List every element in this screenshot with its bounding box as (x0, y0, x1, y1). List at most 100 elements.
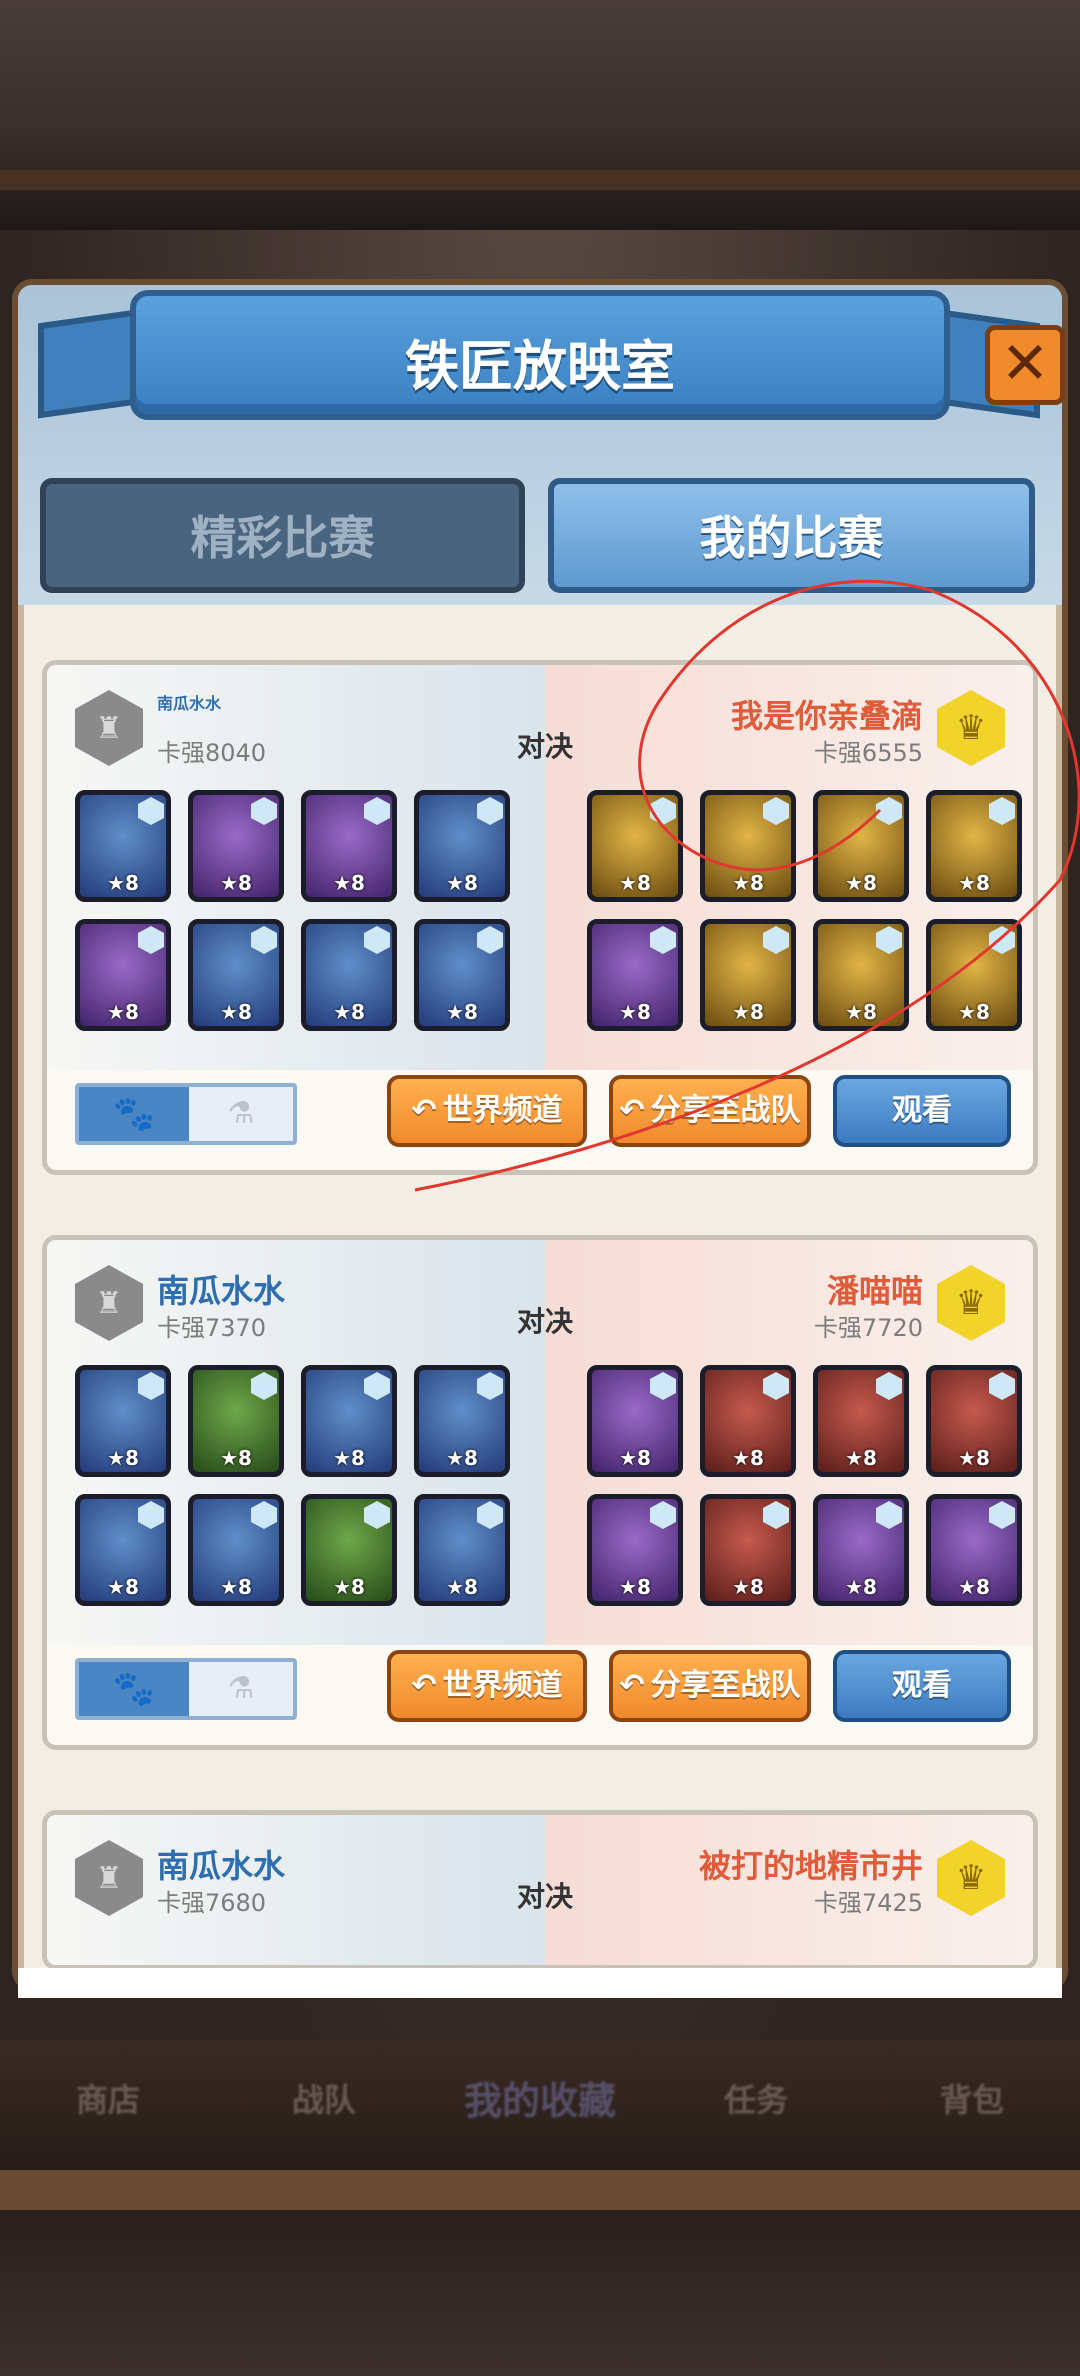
unit-star-level: ★8 (446, 871, 478, 895)
unit-card[interactable]: ★8 (414, 919, 510, 1031)
rarity-gem-icon (763, 1372, 789, 1400)
unit-star-level: ★8 (845, 871, 877, 895)
unit-card[interactable]: ★8 (414, 790, 510, 902)
unit-star-level: ★8 (845, 1000, 877, 1024)
share-arrow-icon: ↶ (411, 1093, 437, 1128)
player-power-right: 卡强7425 (813, 1889, 923, 1917)
unit-card[interactable]: ★8 (301, 919, 397, 1031)
mode-toggle[interactable]: 🐾 ⚗ (75, 1658, 297, 1720)
close-button[interactable]: ✕ (985, 325, 1065, 405)
unit-star-level: ★8 (446, 1000, 478, 1024)
unit-card[interactable]: ★8 (926, 790, 1022, 902)
rarity-gem-icon (477, 926, 503, 954)
nav-tasks: 任务 (723, 2080, 788, 2119)
player-power-left: 卡强7680 (157, 1889, 267, 1917)
rarity-gem-icon (251, 1501, 277, 1529)
unit-card[interactable]: ★8 (813, 1494, 909, 1606)
unit-card[interactable]: ★8 (926, 1365, 1022, 1477)
unit-card[interactable]: ★8 (813, 919, 909, 1031)
unit-card[interactable]: ★8 (587, 1494, 683, 1606)
rarity-gem-icon (477, 797, 503, 825)
rarity-gem-icon (138, 1372, 164, 1400)
unit-card[interactable]: ★8 (75, 790, 171, 902)
unit-star-level: ★8 (958, 871, 990, 895)
player-name-right: 我是你亲叠滴 (730, 697, 923, 735)
player-name-right: 潘喵喵 (826, 1272, 923, 1310)
rarity-gem-icon (650, 797, 676, 825)
rarity-gem-icon (989, 1501, 1015, 1529)
rarity-gem-icon (763, 1501, 789, 1529)
wood-frame-top (0, 0, 1080, 230)
left-team-units: ★8 ★8 ★8 ★8 ★8 ★8 ★8 ★8 (75, 1365, 510, 1606)
share-world-button[interactable]: ↶ 世界频道 (387, 1650, 587, 1722)
unit-star-level: ★8 (107, 1000, 139, 1024)
rarity-gem-icon (477, 1501, 503, 1529)
unit-card[interactable]: ★8 (587, 790, 683, 902)
unit-card[interactable]: ★8 (188, 1365, 284, 1477)
unit-card[interactable]: ★8 (813, 1365, 909, 1477)
unit-card[interactable]: ★8 (700, 1365, 796, 1477)
match-card: ♜ 南瓜水水 卡强7370 对决 潘喵喵 卡强7720 ♛ ★8 ★8 ★8 ★8 ★8… (42, 1235, 1038, 1750)
rarity-gem-icon (989, 797, 1015, 825)
nav-collection: 我的收藏 (463, 2079, 616, 2123)
unit-star-level: ★8 (333, 871, 365, 895)
watch-button[interactable]: 观看 (833, 1650, 1011, 1722)
tab-highlights[interactable]: 精彩比赛 (40, 478, 525, 593)
player-name-left: 南瓜水水 (157, 694, 222, 713)
share-arrow-icon: ↶ (411, 1668, 437, 1703)
share-team-button[interactable]: ↶ 分享至战队 (609, 1075, 811, 1147)
player-name-left: 南瓜水水 (157, 1847, 286, 1885)
rarity-gem-icon (989, 1372, 1015, 1400)
potion-icon: ⚗ (227, 1671, 255, 1706)
unit-card[interactable]: ★8 (301, 1494, 397, 1606)
unit-card[interactable]: ★8 (700, 790, 796, 902)
unit-card[interactable]: ★8 (813, 790, 909, 902)
unit-star-level: ★8 (220, 1000, 252, 1024)
tab-my-matches[interactable]: 我的比赛 (548, 478, 1035, 593)
rarity-gem-icon (989, 926, 1015, 954)
close-icon: ✕ (1000, 329, 1050, 397)
player-power-right: 卡强6555 (813, 739, 923, 767)
unit-card[interactable]: ★8 (75, 919, 171, 1031)
rarity-gem-icon (251, 1372, 277, 1400)
share-arrow-icon: ↶ (619, 1093, 645, 1128)
watch-button[interactable]: 观看 (833, 1075, 1011, 1147)
unit-card[interactable]: ★8 (587, 919, 683, 1031)
player-name-left: 南瓜水水 (157, 1272, 286, 1310)
rarity-gem-icon (138, 1501, 164, 1529)
unit-star-level: ★8 (333, 1575, 365, 1599)
unit-card[interactable]: ★8 (700, 919, 796, 1031)
mode-toggle[interactable]: 🐾 ⚗ (75, 1083, 297, 1145)
unit-card[interactable]: ★8 (926, 1494, 1022, 1606)
rarity-gem-icon (650, 1501, 676, 1529)
share-world-button[interactable]: ↶ 世界频道 (387, 1075, 587, 1147)
unit-star-level: ★8 (619, 871, 651, 895)
unit-card[interactable]: ★8 (587, 1365, 683, 1477)
dialog-title: 铁匠放映室 (405, 335, 675, 398)
unit-card[interactable]: ★8 (188, 790, 284, 902)
unit-star-level: ★8 (220, 1575, 252, 1599)
unit-star-level: ★8 (732, 1446, 764, 1470)
unit-card[interactable]: ★8 (188, 1494, 284, 1606)
unit-card[interactable]: ★8 (301, 1365, 397, 1477)
share-team-button[interactable]: ↶ 分享至战队 (609, 1650, 811, 1722)
player-power-left: 卡强8040 (157, 739, 267, 767)
rarity-gem-icon (650, 926, 676, 954)
unit-star-level: ★8 (446, 1575, 478, 1599)
right-team-units: ★8 ★8 ★8 ★8 ★8 ★8 ★8 ★8 (587, 790, 1022, 1031)
unit-card[interactable]: ★8 (75, 1365, 171, 1477)
unit-star-level: ★8 (333, 1446, 365, 1470)
rarity-gem-icon (650, 1372, 676, 1400)
unit-card[interactable]: ★8 (700, 1494, 796, 1606)
player-power-right: 卡强7720 (813, 1314, 923, 1342)
unit-card[interactable]: ★8 (75, 1494, 171, 1606)
unit-card[interactable]: ★8 (414, 1494, 510, 1606)
unit-star-level: ★8 (732, 1575, 764, 1599)
paw-icon: 🐾 (79, 1087, 189, 1141)
unit-card[interactable]: ★8 (414, 1365, 510, 1477)
rarity-gem-icon (364, 1501, 390, 1529)
versus-label: 对决 (516, 730, 573, 763)
unit-card[interactable]: ★8 (301, 790, 397, 902)
unit-card[interactable]: ★8 (188, 919, 284, 1031)
unit-card[interactable]: ★8 (926, 919, 1022, 1031)
